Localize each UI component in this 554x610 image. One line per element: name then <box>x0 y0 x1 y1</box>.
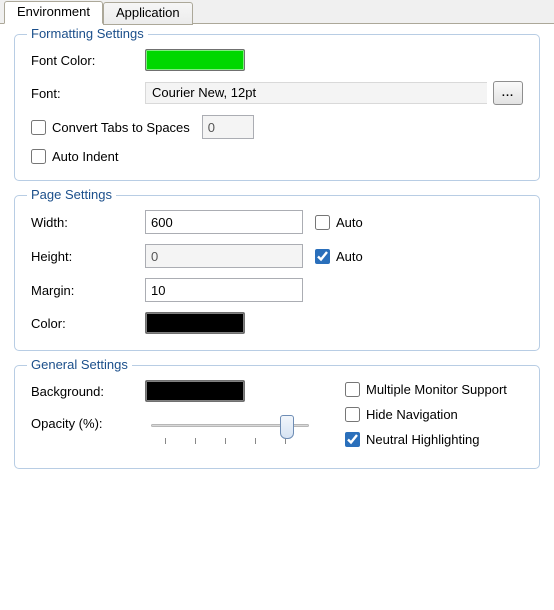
multi-monitor-input[interactable] <box>345 382 360 397</box>
group-page: Page Settings Width: Auto Height: Auto M… <box>14 195 540 351</box>
width-auto-input[interactable] <box>315 215 330 230</box>
auto-indent-label: Auto Indent <box>52 149 119 164</box>
height-auto-input[interactable] <box>315 249 330 264</box>
width-input[interactable] <box>145 210 303 234</box>
neutral-hl-checkbox[interactable]: Neutral Highlighting <box>345 432 507 447</box>
height-auto-checkbox[interactable]: Auto <box>315 249 435 264</box>
group-formatting-legend: Formatting Settings <box>27 26 148 41</box>
font-display: Courier New, 12pt <box>145 82 487 104</box>
tab-panel-environment: Formatting Settings Font Color: Font: Co… <box>0 24 554 495</box>
hide-nav-checkbox[interactable]: Hide Navigation <box>345 407 507 422</box>
convert-tabs-checkbox[interactable]: Convert Tabs to Spaces <box>31 120 190 135</box>
slider-tick <box>225 438 226 444</box>
font-color-picker[interactable] <box>145 49 245 71</box>
multi-monitor-label: Multiple Monitor Support <box>366 382 507 397</box>
slider-thumb[interactable] <box>280 415 294 439</box>
background-label: Background: <box>31 384 145 399</box>
page-color-picker[interactable] <box>145 312 245 334</box>
auto-indent-checkbox[interactable]: Auto Indent <box>31 149 119 164</box>
hide-nav-label: Hide Navigation <box>366 407 458 422</box>
height-label: Height: <box>31 249 145 264</box>
auto-indent-input[interactable] <box>31 149 46 164</box>
font-browse-button[interactable]: ... <box>493 81 523 105</box>
multi-monitor-checkbox[interactable]: Multiple Monitor Support <box>345 382 507 397</box>
group-page-legend: Page Settings <box>27 187 116 202</box>
opacity-slider[interactable] <box>145 412 315 452</box>
width-auto-checkbox[interactable]: Auto <box>315 215 435 230</box>
height-auto-label: Auto <box>336 249 363 264</box>
neutral-hl-label: Neutral Highlighting <box>366 432 479 447</box>
height-input[interactable] <box>145 244 303 268</box>
group-general-legend: General Settings <box>27 357 132 372</box>
tab-strip: Environment Application <box>0 0 554 24</box>
tab-application[interactable]: Application <box>103 2 193 25</box>
font-label: Font: <box>31 86 145 101</box>
slider-tick <box>195 438 196 444</box>
convert-tabs-label: Convert Tabs to Spaces <box>52 120 190 135</box>
margin-input[interactable] <box>145 278 303 302</box>
group-general: General Settings Background: Opacity (%)… <box>14 365 540 469</box>
margin-label: Margin: <box>31 283 145 298</box>
slider-tick <box>165 438 166 444</box>
tab-environment[interactable]: Environment <box>4 1 103 24</box>
font-color-label: Font Color: <box>31 53 145 68</box>
width-auto-label: Auto <box>336 215 363 230</box>
opacity-label: Opacity (%): <box>31 412 145 431</box>
width-label: Width: <box>31 215 145 230</box>
slider-tick <box>255 438 256 444</box>
neutral-hl-input[interactable] <box>345 432 360 447</box>
convert-tabs-input[interactable] <box>31 120 46 135</box>
background-color-picker[interactable] <box>145 380 245 402</box>
page-color-label: Color: <box>31 316 145 331</box>
group-formatting: Formatting Settings Font Color: Font: Co… <box>14 34 540 181</box>
convert-tabs-value[interactable] <box>202 115 254 139</box>
hide-nav-input[interactable] <box>345 407 360 422</box>
